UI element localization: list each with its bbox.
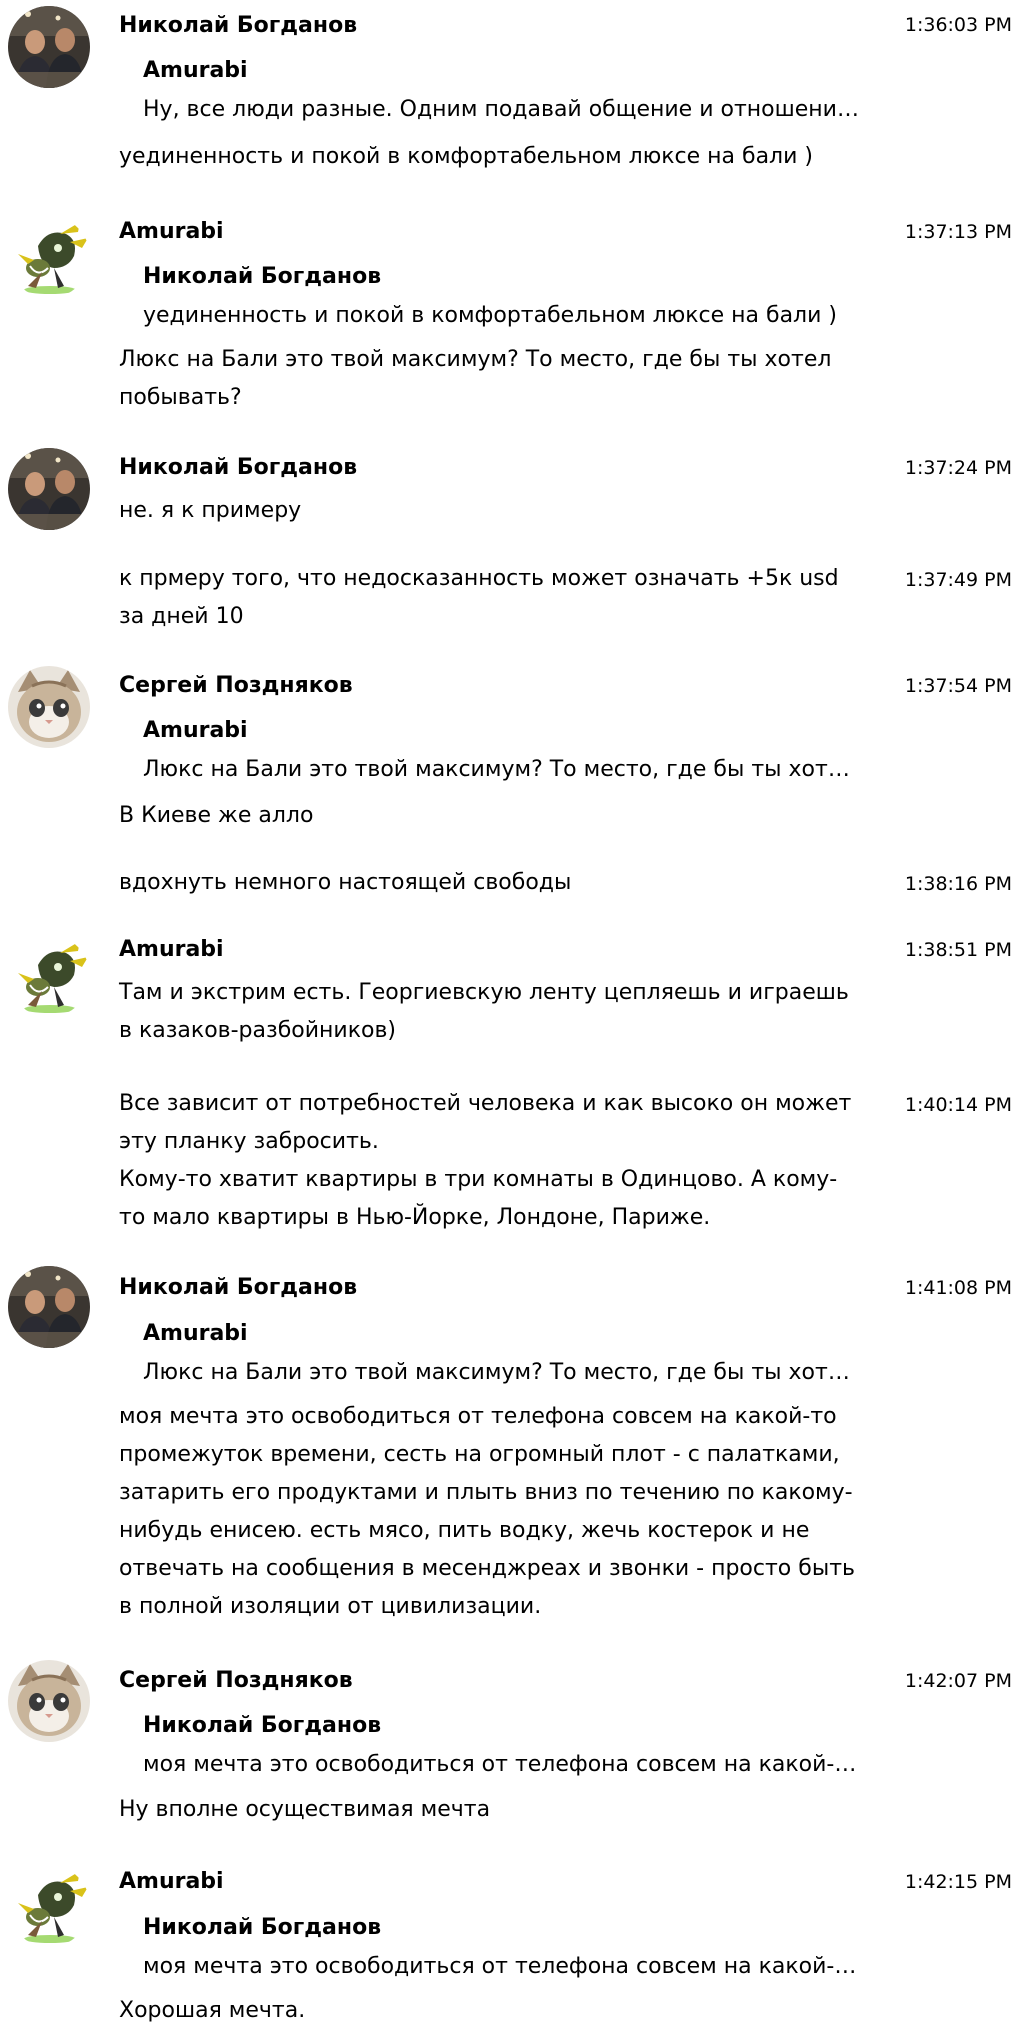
message-author[interactable]: Николай Богданов	[119, 11, 357, 41]
message-author[interactable]: Сергей Поздняков	[119, 671, 353, 701]
message-item[interactable]: Сергей Поздняков 1:37:54 PM Amurabi Люкс…	[0, 664, 1018, 840]
sergey-cat-avatar-icon[interactable]	[8, 666, 90, 748]
reply-quote-author[interactable]: Amurabi	[143, 56, 248, 86]
message-text: Все зависит от потребностей человека и к…	[119, 1091, 852, 1230]
amurabi-avatar-icon[interactable]	[8, 1865, 90, 1947]
reply-quote-text[interactable]: моя мечта это освободиться от телефона с…	[143, 1750, 883, 1780]
amurabi-avatar-icon[interactable]	[8, 935, 90, 1017]
nikolay-avatar-icon[interactable]	[8, 448, 90, 530]
reply-quote-author[interactable]: Николай Богданов	[143, 1711, 381, 1741]
message-text: В Киеве же алло	[119, 803, 314, 828]
message-text: уединенность и покой в комфортабельном л…	[119, 144, 813, 169]
message-author[interactable]: Amurabi	[119, 935, 224, 965]
message-author[interactable]: Николай Богданов	[119, 453, 357, 483]
sergey-cat-avatar-icon[interactable]	[8, 1660, 90, 1742]
reply-quote-text[interactable]: Люкс на Бали это твой максимум? То место…	[143, 1358, 883, 1388]
reply-quote-text[interactable]: моя мечта это освободиться от телефона с…	[143, 1952, 883, 1982]
nikolay-avatar-icon[interactable]	[8, 1266, 90, 1348]
message-item[interactable]: Amurabi 1:38:51 PM Там и экстрим есть. Г…	[0, 930, 1018, 1060]
message-time: 1:38:51 PM	[904, 939, 1012, 961]
message-item[interactable]: 1:37:49 PM к прмеру того, что недосказан…	[0, 560, 1018, 640]
message-author[interactable]: Сергей Поздняков	[119, 1666, 353, 1696]
reply-quote-author[interactable]: Николай Богданов	[143, 262, 381, 292]
reply-quote-text[interactable]: Люкс на Бали это твой максимум? То место…	[143, 755, 883, 785]
nikolay-avatar-icon[interactable]	[8, 6, 90, 88]
message-time: 1:37:49 PM	[904, 569, 1012, 591]
message-item[interactable]: 1:40:14 PM Все зависит от потребностей ч…	[0, 1085, 1018, 1245]
message-text: вдохнуть немного настоящей свободы	[119, 870, 572, 895]
message-text: к прмеру того, что недосказанность может…	[119, 566, 839, 629]
message-text: Хорошая мечта.	[119, 1998, 306, 2023]
reply-quote-author[interactable]: Amurabi	[143, 1319, 248, 1349]
message-time: 1:37:54 PM	[904, 675, 1012, 697]
reply-quote-author[interactable]: Amurabi	[143, 716, 248, 746]
message-time: 1:37:13 PM	[904, 221, 1012, 243]
reply-quote-text[interactable]: Ну, все люди разные. Одним подавай общен…	[143, 95, 883, 125]
message-time: 1:42:07 PM	[904, 1670, 1012, 1692]
message-time: 1:40:14 PM	[904, 1094, 1012, 1116]
message-text: Ну вполне осуществимая мечта	[119, 1797, 491, 1822]
message-item[interactable]: 1:38:16 PM вдохнуть немного настоящей св…	[0, 864, 1018, 914]
message-text: Там и экстрим есть. Георгиевскую ленту ц…	[119, 980, 849, 1043]
message-text: не. я к примеру	[119, 498, 302, 523]
reply-quote-author[interactable]: Николай Богданов	[143, 1913, 381, 1943]
message-item[interactable]: Николай Богданов 1:36:03 PM Amurabi Ну, …	[0, 0, 1018, 170]
message-item[interactable]: Сергей Поздняков 1:42:07 PM Николай Богд…	[0, 1658, 1018, 1834]
message-time: 1:41:08 PM	[904, 1277, 1012, 1299]
amurabi-avatar-icon[interactable]	[8, 216, 90, 298]
message-text: Люкс на Бали это твой максимум? То место…	[119, 347, 832, 410]
message-time: 1:36:03 PM	[904, 14, 1012, 36]
message-time: 1:37:24 PM	[904, 457, 1012, 479]
message-author[interactable]: Amurabi	[119, 217, 224, 247]
message-time: 1:38:16 PM	[904, 873, 1012, 895]
message-text: моя мечта это освободиться от телефона с…	[119, 1404, 855, 1619]
message-author[interactable]: Николай Богданов	[119, 1273, 357, 1303]
message-time: 1:42:15 PM	[904, 1871, 1012, 1893]
message-author[interactable]: Amurabi	[119, 1867, 224, 1897]
message-item[interactable]: Николай Богданов 1:41:08 PM Amurabi Люкс…	[0, 1266, 1018, 1636]
message-item[interactable]: Amurabi 1:42:15 PM Николай Богданов моя …	[0, 1860, 1018, 2024]
message-item[interactable]: Amurabi 1:37:13 PM Николай Богданов уеди…	[0, 210, 1018, 420]
reply-quote-text[interactable]: уединенность и покой в комфортабельном л…	[143, 301, 883, 331]
message-item[interactable]: Николай Богданов 1:37:24 PM не. я к прим…	[0, 448, 1018, 538]
